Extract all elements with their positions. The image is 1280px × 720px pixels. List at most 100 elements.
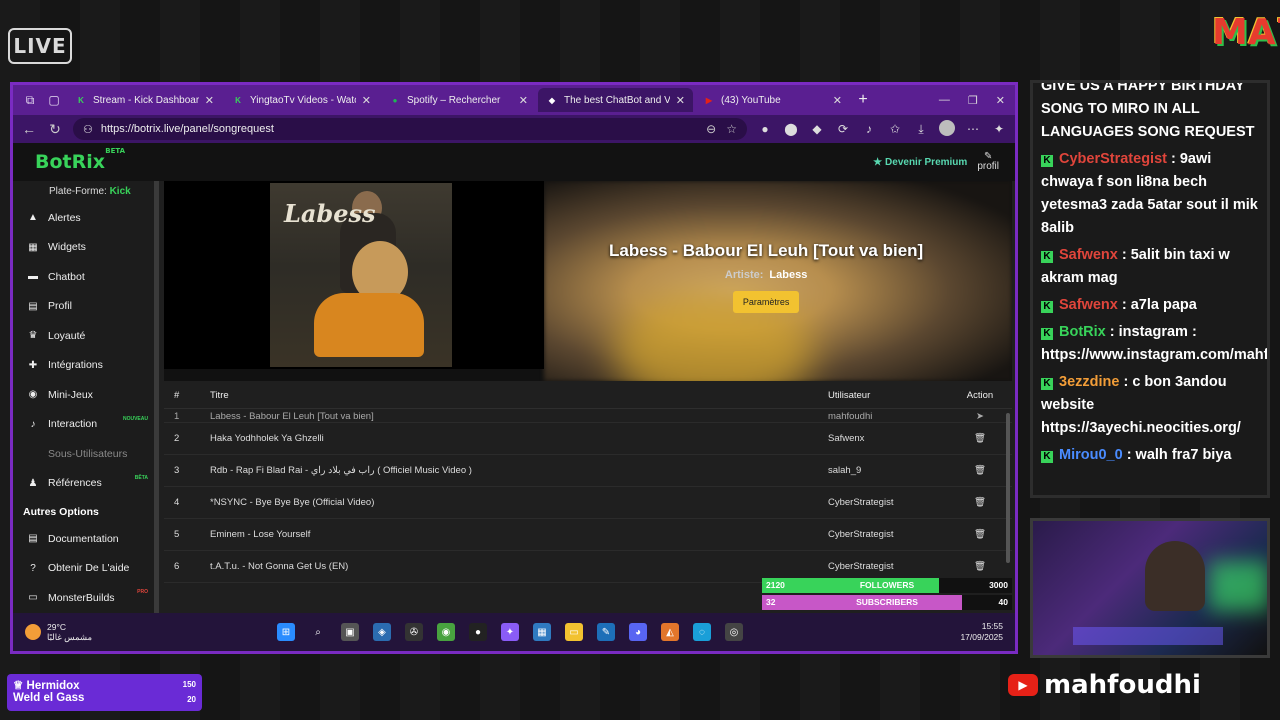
sidebar-item-integration[interactable]: ✚ Intégrations (13, 351, 154, 381)
new-tab-button[interactable]: + (852, 91, 874, 109)
tab-actions-icon[interactable]: ▢ (43, 89, 65, 111)
copilot-icon[interactable]: ✦ (991, 122, 1007, 136)
app-icon[interactable]: ◭ (661, 623, 679, 641)
favorites-icon[interactable]: ✩ (887, 122, 903, 136)
sidebar-item-document[interactable]: ▤ Documentation (13, 524, 154, 554)
browser-tab[interactable]: K YingtaoTv Videos - Watch O ✕ (224, 88, 379, 112)
chat-username[interactable]: Safwenx (1059, 297, 1118, 313)
brand-logo: MA7 (1212, 12, 1280, 53)
trash-icon[interactable]: 🗑 (958, 529, 1002, 540)
app-icon[interactable]: ✎ (597, 623, 615, 641)
app-icon[interactable]: ◈ (373, 623, 391, 641)
system-clock[interactable]: 15:55 17/09/2025 (960, 621, 1003, 643)
favorite-star-icon[interactable]: ☆ (726, 122, 737, 136)
trash-icon[interactable]: 🗑 (958, 465, 1002, 476)
kick-badge-icon: K (1041, 251, 1053, 263)
discord-icon[interactable]: ◕ (629, 623, 647, 641)
sidebar-item-trophy[interactable]: ♛ Loyauté (13, 321, 154, 351)
tab-close-icon[interactable]: ✕ (519, 94, 528, 107)
window-controls: — ❐ ✕ (939, 94, 1015, 107)
close-window-icon[interactable]: ✕ (996, 94, 1005, 107)
tab-close-icon[interactable]: ✕ (833, 94, 842, 107)
browser-tab[interactable]: ● Spotify – Rechercher ✕ (381, 88, 536, 112)
youtube-icon: ▶ (1008, 674, 1038, 696)
app-icon[interactable]: ◉ (437, 623, 455, 641)
chat-username[interactable]: 3ezzdine (1059, 374, 1119, 390)
chat-message-partial: GIVE US A HAPPY BIRTHDAY SONG TO MIRO IN… (1041, 80, 1255, 140)
zoom-icon[interactable]: ⊖ (706, 122, 716, 136)
extension-icon[interactable]: ● (757, 122, 773, 136)
referrals-icon: ♟ (28, 477, 38, 489)
live-badge: LIVE (8, 28, 72, 64)
search-icon[interactable]: ⌕ (309, 623, 327, 641)
chat-username[interactable]: Mirou0_0 (1059, 447, 1123, 463)
sidebar-item-warning[interactable]: ▲ Alertes (13, 203, 154, 233)
back-icon[interactable]: ← (21, 121, 37, 137)
sidebar-item-referrals[interactable]: ♟ Références BÊTA (13, 469, 154, 499)
integration-icon: ✚ (28, 359, 38, 371)
nav-badge: PRO (137, 589, 148, 595)
download-icon[interactable]: ⤓ (913, 122, 929, 137)
trash-icon[interactable]: 🗑 (958, 497, 1002, 508)
sidebar-item-profile[interactable]: ▤ Profil (13, 292, 154, 322)
app-icon[interactable]: ◎ (725, 623, 743, 641)
minimize-icon[interactable]: — (939, 94, 950, 107)
sidebar-item-gamepad[interactable]: ◉ Mini-Jeux (13, 380, 154, 410)
browser-tab[interactable]: ▶ (43) YouTube ✕ (695, 88, 850, 112)
app-icon[interactable]: ✦ (501, 623, 519, 641)
browser-tab[interactable]: ◆ The best ChatBot and V ✕ (538, 88, 693, 112)
table-row: 4 *NSYNC - Bye Bye Bye (Official Video) Cy… (164, 487, 1012, 519)
chat-message: K Safwenx : a7la papa (1041, 294, 1259, 317)
row-number: 4 (174, 497, 180, 508)
sidebar-item-subusers[interactable]: Sous-Utilisateurs (13, 439, 154, 469)
url-field[interactable]: ⚇ https://botrix.live/panel/songrequest … (73, 118, 747, 140)
weather-widget[interactable]: 29°C مشمس غالبًا (25, 622, 265, 643)
extension-icon[interactable]: ⟳ (835, 122, 851, 136)
app-icon[interactable]: ✇ (405, 623, 423, 641)
extension-icon[interactable]: ◆ (809, 122, 825, 136)
app-header: BotRix BETA ★ Devenir Premium ✎ profil (13, 143, 1015, 181)
settings-button[interactable]: Paramètres (732, 291, 800, 313)
sidebar-item-chat[interactable]: ▬ Chatbot (13, 262, 154, 292)
extension-icons: ● ⬤ ◆ ⟳ ♪ ✩ ⤓ ⋯ ✦ (757, 119, 1007, 139)
more-menu-icon[interactable]: ⋯ (965, 122, 981, 136)
sidebar-item-help[interactable]: ? Obtenir De L'aide (13, 554, 154, 584)
profile-link[interactable]: ✎ profil (977, 152, 999, 172)
scrollbar[interactable] (1006, 413, 1010, 563)
botrix-logo[interactable]: BotRix BETA (35, 147, 125, 173)
profile-icon: ▤ (28, 300, 38, 312)
sidebar-item-monitor[interactable]: ▭ MonsterBuilds PRO (13, 583, 154, 613)
tab-close-icon[interactable]: ✕ (676, 94, 685, 107)
site-info-icon[interactable]: ⚇ (83, 123, 93, 136)
sidebar-item-music[interactable]: ♪ Interaction NOUVEAU (13, 410, 154, 440)
tab-favicon-icon: ● (392, 95, 398, 105)
app-icon[interactable]: ● (469, 623, 487, 641)
row-title: Haka Yodhholek Ya Ghzelli (210, 433, 324, 444)
webcam-feed (1030, 518, 1270, 658)
sidebar-item-label: Mini-Jeux (48, 388, 93, 401)
premium-link[interactable]: ★ Devenir Premium (873, 157, 967, 168)
app-icon[interactable]: ▦ (533, 623, 551, 641)
sidebar-item-label: Sous-Utilisateurs (48, 447, 128, 460)
tab-close-icon[interactable]: ✕ (205, 94, 214, 107)
start-icon[interactable]: ⊞ (277, 623, 295, 641)
extension-icon[interactable]: ⬤ (783, 122, 799, 136)
browser-tab[interactable]: K Stream - Kick Dashboard ✕ (67, 88, 222, 112)
edge-icon[interactable]: ◌ (693, 623, 711, 641)
tab-close-icon[interactable]: ✕ (362, 94, 371, 107)
folder-icon[interactable]: ▭ (565, 623, 583, 641)
chat-username[interactable]: BotRix (1059, 324, 1106, 340)
trash-icon[interactable]: 🗑 (958, 561, 1002, 572)
task-view-icon[interactable]: ▣ (341, 623, 359, 641)
trash-icon[interactable]: 🗑 (958, 433, 1002, 444)
chat-username[interactable]: Safwenx (1059, 247, 1118, 263)
refresh-icon[interactable]: ↻ (47, 121, 63, 138)
maximize-icon[interactable]: ❐ (968, 94, 978, 107)
chat-username[interactable]: CyberStrategist (1059, 151, 1167, 167)
skip-icon[interactable]: ➤ (958, 411, 1002, 422)
profile-avatar-icon[interactable] (939, 119, 955, 139)
extension-icon[interactable]: ♪ (861, 122, 877, 136)
workspaces-icon[interactable]: ⧉ (19, 89, 41, 111)
sidebar-item-widgets[interactable]: ▦ Widgets (13, 233, 154, 263)
kick-badge-icon: K (1041, 155, 1053, 167)
